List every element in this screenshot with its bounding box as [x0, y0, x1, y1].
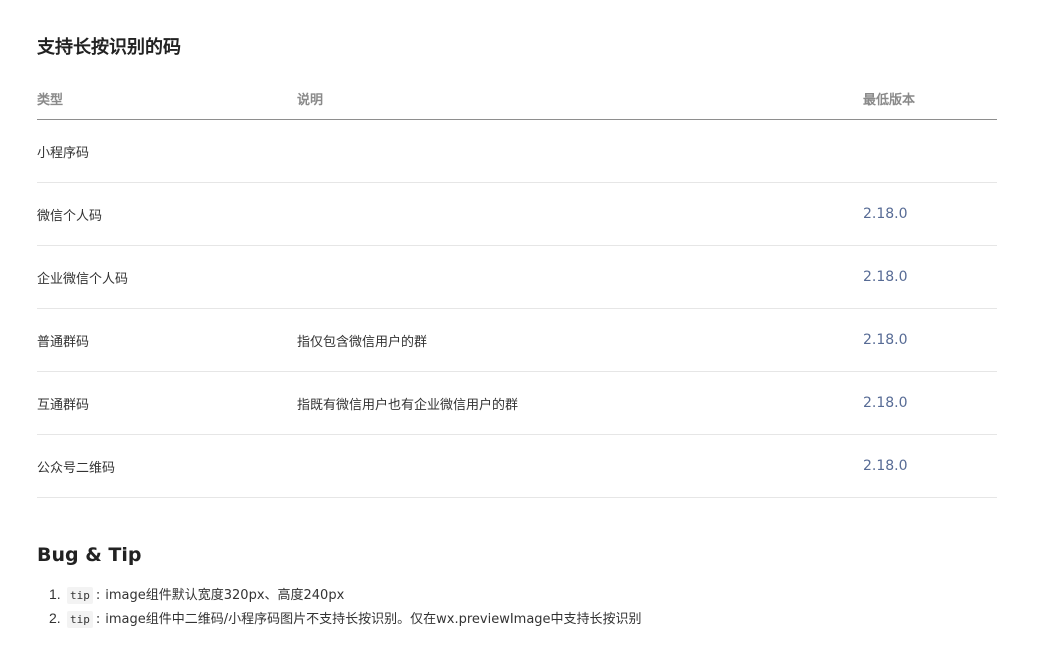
separator: :: [95, 612, 101, 627]
cell-description: [297, 119, 863, 183]
table-header-row: 类型 说明 最低版本: [37, 78, 997, 120]
separator: :: [95, 588, 101, 603]
header-type: 类型: [37, 78, 297, 120]
list-item: 1. tip: image组件默认宽度320px、高度240px: [49, 582, 642, 606]
cell-type: 小程序码: [37, 119, 297, 183]
tip-text: image组件中二维码/小程序码图片不支持长按识别。仅在wx.previewIm…: [105, 612, 642, 627]
cell-type: 公众号二维码: [37, 434, 297, 498]
cell-type: 企业微信个人码: [37, 245, 297, 309]
header-description: 说明: [297, 78, 863, 120]
tip-code-tag: tip: [67, 587, 93, 604]
tip-text: image组件默认宽度320px、高度240px: [105, 588, 345, 603]
cell-description: [297, 182, 863, 246]
doc-page: 支持长按识别的码 类型 说明 最低版本 小程序码 微信个人码 2.18.0 企业…: [0, 0, 1041, 652]
cell-type: 普通群码: [37, 308, 297, 372]
tip-code-tag: tip: [67, 611, 93, 628]
bug-tip-list: 1. tip: image组件默认宽度320px、高度240px 2. tip: ima…: [49, 582, 642, 630]
table-row: 微信个人码 2.18.0: [37, 182, 997, 246]
list-number: 1.: [49, 586, 61, 602]
cell-type: 微信个人码: [37, 182, 297, 246]
table-row: 普通群码 指仅包含微信用户的群 2.18.0: [37, 308, 997, 372]
cell-description: 指仅包含微信用户的群: [297, 308, 863, 372]
table-row: 小程序码: [37, 119, 997, 183]
cell-description: [297, 434, 863, 498]
cell-version: [863, 119, 997, 183]
cell-version: 2.18.0: [863, 245, 997, 309]
cell-version: 2.18.0: [863, 371, 997, 435]
list-item: 2. tip: image组件中二维码/小程序码图片不支持长按识别。仅在wx.pre…: [49, 606, 642, 630]
table-row: 互通群码 指既有微信用户也有企业微信用户的群 2.18.0: [37, 371, 997, 435]
cell-description: 指既有微信用户也有企业微信用户的群: [297, 371, 863, 435]
cell-version: 2.18.0: [863, 182, 997, 246]
section-title: 支持长按识别的码: [37, 37, 181, 58]
cell-description: [297, 245, 863, 309]
header-min-version: 最低版本: [863, 78, 997, 120]
supported-codes-table: 类型 说明 最低版本 小程序码 微信个人码 2.18.0 企业微信个人码 2.1…: [37, 78, 997, 498]
cell-version: 2.18.0: [863, 434, 997, 498]
list-number: 2.: [49, 610, 61, 626]
table-row: 企业微信个人码 2.18.0: [37, 245, 997, 309]
bug-tip-title: Bug & Tip: [37, 544, 142, 566]
cell-type: 互通群码: [37, 371, 297, 435]
cell-version: 2.18.0: [863, 308, 997, 372]
table-row: 公众号二维码 2.18.0: [37, 434, 997, 498]
